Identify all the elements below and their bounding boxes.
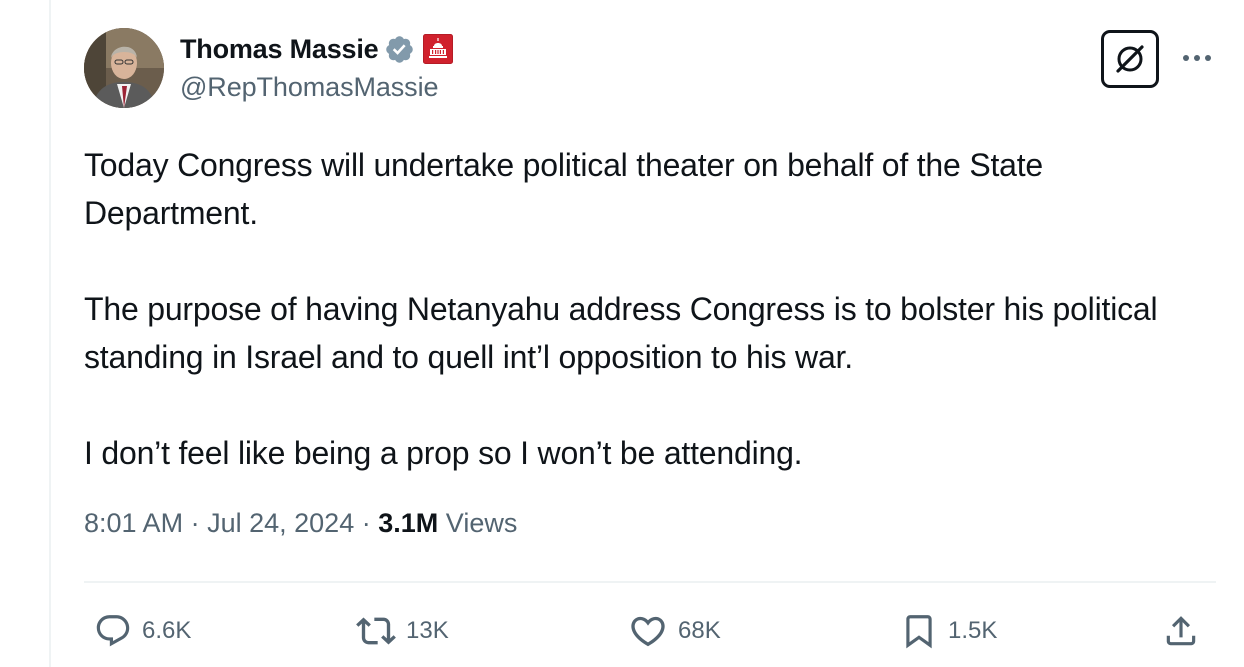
share-button[interactable]	[1162, 611, 1200, 651]
views-count[interactable]: 3.1M	[378, 508, 438, 538]
more-dots-icon	[1183, 55, 1211, 61]
views-label: Views	[445, 508, 518, 538]
author-identity: Thomas Massie @RepThomasMassie	[180, 32, 454, 103]
bookmark-icon	[906, 615, 932, 649]
tweet-header: Thomas Massie @RepThomasMassie	[84, 28, 1216, 110]
tweet-paragraph-2: The purpose of having Netanyahu address …	[84, 291, 1167, 375]
action-bar: 6.6K 13K 68K 1.5K	[84, 611, 1216, 651]
tweet-date[interactable]: Jul 24, 2024	[207, 508, 354, 538]
grok-button[interactable]	[1101, 30, 1159, 88]
reply-button[interactable]: 6.6K	[94, 611, 191, 651]
author-handle[interactable]: @RepThomasMassie	[180, 72, 453, 103]
author-display-name[interactable]: Thomas Massie	[180, 34, 379, 65]
tweet-paragraph-1: Today Congress will undertake political …	[84, 147, 1052, 231]
bookmark-button[interactable]: 1.5K	[900, 611, 997, 651]
reply-icon	[96, 615, 130, 647]
tweet-metadata: 8:01 AM · Jul 24, 2024 · 3.1M Views	[84, 508, 517, 539]
name-row: Thomas Massie	[180, 32, 454, 66]
avatar[interactable]	[84, 28, 164, 108]
us-capitol-badge-icon[interactable]	[423, 34, 454, 64]
tweet-time[interactable]: 8:01 AM	[84, 508, 183, 538]
grok-icon	[1116, 45, 1144, 73]
repost-button[interactable]: 13K	[356, 611, 449, 651]
tweet-paragraph-3: I don’t feel like being a prop so I won’…	[84, 435, 803, 471]
like-button[interactable]: 68K	[628, 611, 721, 651]
tweet-page: Thomas Massie @RepThomasMassie Today Con…	[0, 0, 1244, 667]
share-icon	[1166, 616, 1196, 646]
more-options-button[interactable]	[1177, 38, 1217, 78]
meta-separator: ·	[361, 508, 371, 538]
repost-icon	[356, 617, 396, 645]
timeline-border	[49, 0, 51, 667]
tweet: Thomas Massie @RepThomasMassie Today Con…	[84, 28, 1216, 649]
like-count: 68K	[678, 617, 721, 644]
bookmark-count: 1.5K	[948, 617, 998, 644]
verified-badge-icon[interactable]	[384, 34, 415, 65]
meta-separator: ·	[190, 508, 200, 538]
repost-count: 13K	[406, 617, 449, 644]
reply-count: 6.6K	[142, 617, 192, 644]
heart-icon	[631, 616, 665, 647]
divider	[84, 581, 1216, 583]
tweet-text: Today Congress will undertake political …	[84, 141, 1194, 525]
